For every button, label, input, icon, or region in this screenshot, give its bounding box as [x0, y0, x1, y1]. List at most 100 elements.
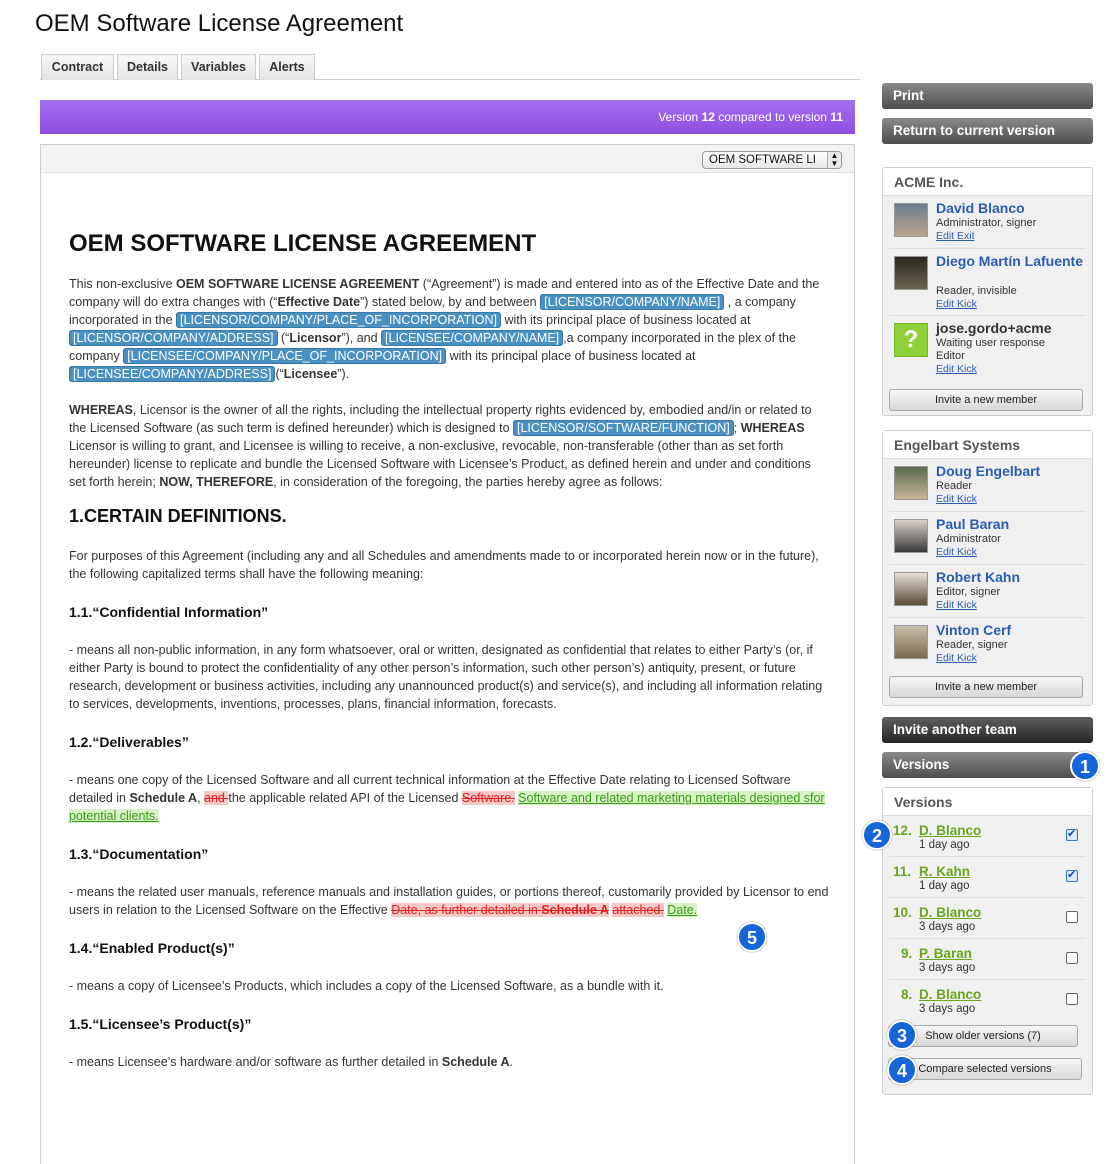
- document-heading: OEM SOFTWARE LICENSE AGREEMENT: [69, 230, 537, 257]
- avatar: [894, 519, 928, 553]
- member-name[interactable]: Robert Kahn: [936, 569, 1086, 585]
- definition-text: - means a copy of Licensee’s Products, w…: [69, 979, 664, 993]
- version-current: 12: [701, 110, 715, 124]
- version-checkbox[interactable]: [1066, 993, 1078, 1005]
- variable-tag[interactable]: [LICENSEE/COMPANY/NAME]: [381, 330, 564, 346]
- avatar: [894, 466, 928, 500]
- edit-link[interactable]: Edit: [936, 363, 954, 375]
- version-time: 3 days ago: [919, 962, 976, 974]
- member-row: David Blanco Administrator, signer Edit …: [889, 196, 1086, 249]
- subsection-heading: 1.2.“Deliverables”: [69, 734, 189, 750]
- version-number: 10.: [893, 905, 912, 920]
- version-time: 3 days ago: [919, 921, 976, 933]
- document-toolbar: OEM SOFTWARE LI ▲ ▼: [41, 145, 854, 173]
- member-name[interactable]: Paul Baran: [936, 516, 1086, 532]
- kick-link[interactable]: Kick: [957, 546, 977, 558]
- version-checkbox[interactable]: [1066, 911, 1078, 923]
- kick-link[interactable]: Kick: [957, 599, 977, 611]
- invite-member-button[interactable]: Invite a new member: [889, 676, 1083, 698]
- member-row: Robert Kahn Editor, signer Edit Kick: [889, 565, 1086, 618]
- document-select[interactable]: OEM SOFTWARE LI ▲ ▼: [702, 151, 842, 169]
- intro-paragraph: This non-exclusive OEM SOFTWARE LICENSE …: [69, 277, 820, 382]
- version-middle: compared to version: [714, 110, 831, 124]
- member-role: Editor: [936, 350, 965, 362]
- member-name[interactable]: jose.gordo+acme: [936, 320, 1086, 336]
- variable-tag[interactable]: [LICENSOR/COMPANY/PLACE_OF_INCORPORATION…: [176, 312, 501, 328]
- member-role: Reader: [936, 480, 973, 492]
- edit-link[interactable]: Edit: [936, 230, 954, 242]
- edit-link[interactable]: Edit: [936, 546, 954, 558]
- exit-link[interactable]: Exit: [957, 230, 975, 242]
- member-role: Editor, signer: [936, 586, 1001, 598]
- deleted-text: Software.: [461, 791, 515, 805]
- invite-team-button[interactable]: Invite another team: [882, 717, 1093, 743]
- tab-contract[interactable]: Contract: [41, 54, 114, 80]
- avatar: [894, 256, 928, 290]
- tab-variables[interactable]: Variables: [181, 54, 256, 80]
- kick-link[interactable]: Kick: [957, 298, 977, 310]
- variable-tag[interactable]: [LICENSOR/SOFTWARE/FUNCTION]: [513, 420, 734, 436]
- member-role: Reader, invisible: [936, 285, 1017, 297]
- page-title: OEM Software License Agreement: [35, 10, 404, 37]
- tab-alerts[interactable]: Alerts: [259, 54, 315, 80]
- tab-details[interactable]: Details: [117, 54, 178, 80]
- version-item: 9. P. Baran 3 days ago: [889, 939, 1086, 980]
- variable-tag[interactable]: [LICENSOR/COMPANY/ADDRESS]: [69, 330, 278, 346]
- version-time: 1 day ago: [919, 880, 970, 892]
- member-name[interactable]: Vinton Cerf: [936, 622, 1086, 638]
- edit-link[interactable]: Edit: [936, 599, 954, 611]
- member-name[interactable]: David Blanco: [936, 200, 1086, 216]
- document-panel: OEM SOFTWARE LI ▲ ▼ OEM SOFTWARE LICENSE …: [40, 144, 855, 1164]
- inserted-text: Date.: [667, 903, 698, 917]
- edit-link[interactable]: Edit: [936, 298, 954, 310]
- deleted-text: Schedule A: [541, 903, 609, 917]
- version-author-link[interactable]: D. Blanco: [919, 905, 981, 920]
- version-author-link[interactable]: P. Baran: [919, 946, 972, 961]
- version-number: 9.: [901, 946, 913, 961]
- version-author-link[interactable]: D. Blanco: [919, 987, 981, 1002]
- version-checkbox[interactable]: [1066, 827, 1078, 841]
- avatar: [894, 625, 928, 659]
- version-author-link[interactable]: R. Kahn: [919, 864, 970, 879]
- member-role: Reader, signer: [936, 639, 1008, 651]
- member-name[interactable]: Diego Martín Lafuente: [936, 253, 1086, 269]
- deleted-text: attached.: [612, 903, 664, 917]
- subsection-heading: 1.4.“Enabled Product(s)”: [69, 940, 235, 956]
- subsection-heading: 1.3.“Documentation”: [69, 846, 209, 862]
- kick-link[interactable]: Kick: [957, 493, 977, 505]
- edit-link[interactable]: Edit: [936, 652, 954, 664]
- print-button[interactable]: Print: [882, 83, 1093, 109]
- edit-link[interactable]: Edit: [936, 493, 954, 505]
- invite-member-button[interactable]: Invite a new member: [889, 389, 1083, 411]
- member-row: Doug Engelbart Reader Edit Kick: [889, 459, 1086, 512]
- whereas-paragraph: WHEREAS, Licensor is the owner of all th…: [69, 403, 812, 489]
- team-panel-acme: ACME Inc. David Blanco Administrator, si…: [882, 167, 1093, 416]
- versions-panel: Versions 12. D. Blanco 1 day ago 11. R. …: [882, 787, 1093, 1095]
- version-checkbox[interactable]: [1066, 868, 1078, 882]
- document-select-value: OEM SOFTWARE LI: [709, 154, 816, 166]
- variable-tag[interactable]: [LICENSEE/COMPANY/PLACE_OF_INCORPORATION…: [123, 348, 447, 364]
- definition-text: - means all non-public information, in a…: [69, 643, 823, 711]
- version-compare-bar: Version 12 compared to version 11: [40, 100, 855, 134]
- version-author-link[interactable]: D. Blanco: [919, 823, 981, 838]
- subsection-heading: 1.5.“Licensee’s Product(s)”: [69, 1016, 252, 1032]
- variable-tag[interactable]: [LICENSEE/COMPANY/ADDRESS]: [69, 366, 276, 382]
- kick-link[interactable]: Kick: [957, 652, 977, 664]
- member-row: ? jose.gordo+acme Waiting user response …: [889, 316, 1086, 377]
- member-row: Vinton Cerf Reader, signer Edit Kick: [889, 618, 1086, 671]
- member-name[interactable]: Doug Engelbart: [936, 463, 1086, 479]
- variable-tag[interactable]: [LICENSOR/COMPANY/NAME]: [540, 294, 725, 310]
- versions-button[interactable]: Versions: [882, 752, 1093, 778]
- version-item: 10. D. Blanco 3 days ago: [889, 898, 1086, 939]
- kick-link[interactable]: Kick: [957, 363, 977, 375]
- compare-versions-button[interactable]: Compare selected versions: [888, 1058, 1082, 1080]
- subsection-heading: 1.1.“Confidential Information”: [69, 604, 269, 620]
- definition-text: - means one copy of the Licensed Softwar…: [69, 773, 825, 823]
- versions-title: Versions: [883, 788, 1092, 816]
- definition-text: - means Licensee’s hardware and/or softw…: [69, 1055, 513, 1069]
- unknown-user-icon: ?: [894, 323, 928, 357]
- return-current-version-button[interactable]: Return to current version: [882, 118, 1093, 144]
- version-checkbox[interactable]: [1066, 952, 1078, 964]
- select-arrows-icon: ▲ ▼: [827, 152, 841, 168]
- member-role: Administrator: [936, 533, 1001, 545]
